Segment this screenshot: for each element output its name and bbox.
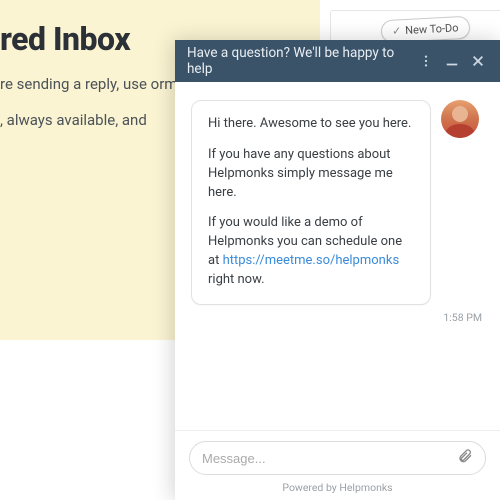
attachment-icon[interactable] bbox=[457, 448, 473, 468]
chat-header-title: Have a question? We'll be happy to help bbox=[187, 45, 410, 77]
chat-header: Have a question? We'll be happy to help bbox=[175, 40, 500, 82]
agent-avatar bbox=[441, 100, 479, 138]
message-input-wrap[interactable] bbox=[189, 441, 486, 475]
check-icon: ✓ bbox=[392, 24, 402, 37]
message-timestamp: 1:58 PM bbox=[191, 311, 484, 324]
minimize-icon[interactable] bbox=[442, 51, 462, 71]
chat-body: Hi there. Awesome to see you here. If yo… bbox=[175, 82, 500, 430]
new-todo-label: New To-Do bbox=[405, 21, 459, 37]
message-row: Hi there. Awesome to see you here. If yo… bbox=[191, 100, 484, 305]
more-icon[interactable] bbox=[416, 51, 436, 71]
message-bubble: Hi there. Awesome to see you here. If yo… bbox=[191, 100, 431, 305]
message-line-2: If you have any questions about Helpmonk… bbox=[208, 146, 414, 203]
demo-link[interactable]: https://meetme.so/helpmonks bbox=[223, 253, 400, 268]
close-icon[interactable] bbox=[468, 51, 488, 71]
chat-widget: Have a question? We'll be happy to help … bbox=[175, 40, 500, 500]
powered-by: Powered by Helpmonks bbox=[189, 481, 486, 494]
chat-footer: Powered by Helpmonks bbox=[175, 430, 500, 500]
message-line-1: Hi there. Awesome to see you here. bbox=[208, 115, 414, 134]
message-line-3: If you would like a demo of Helpmonks yo… bbox=[208, 214, 414, 289]
message-input[interactable] bbox=[202, 451, 457, 466]
